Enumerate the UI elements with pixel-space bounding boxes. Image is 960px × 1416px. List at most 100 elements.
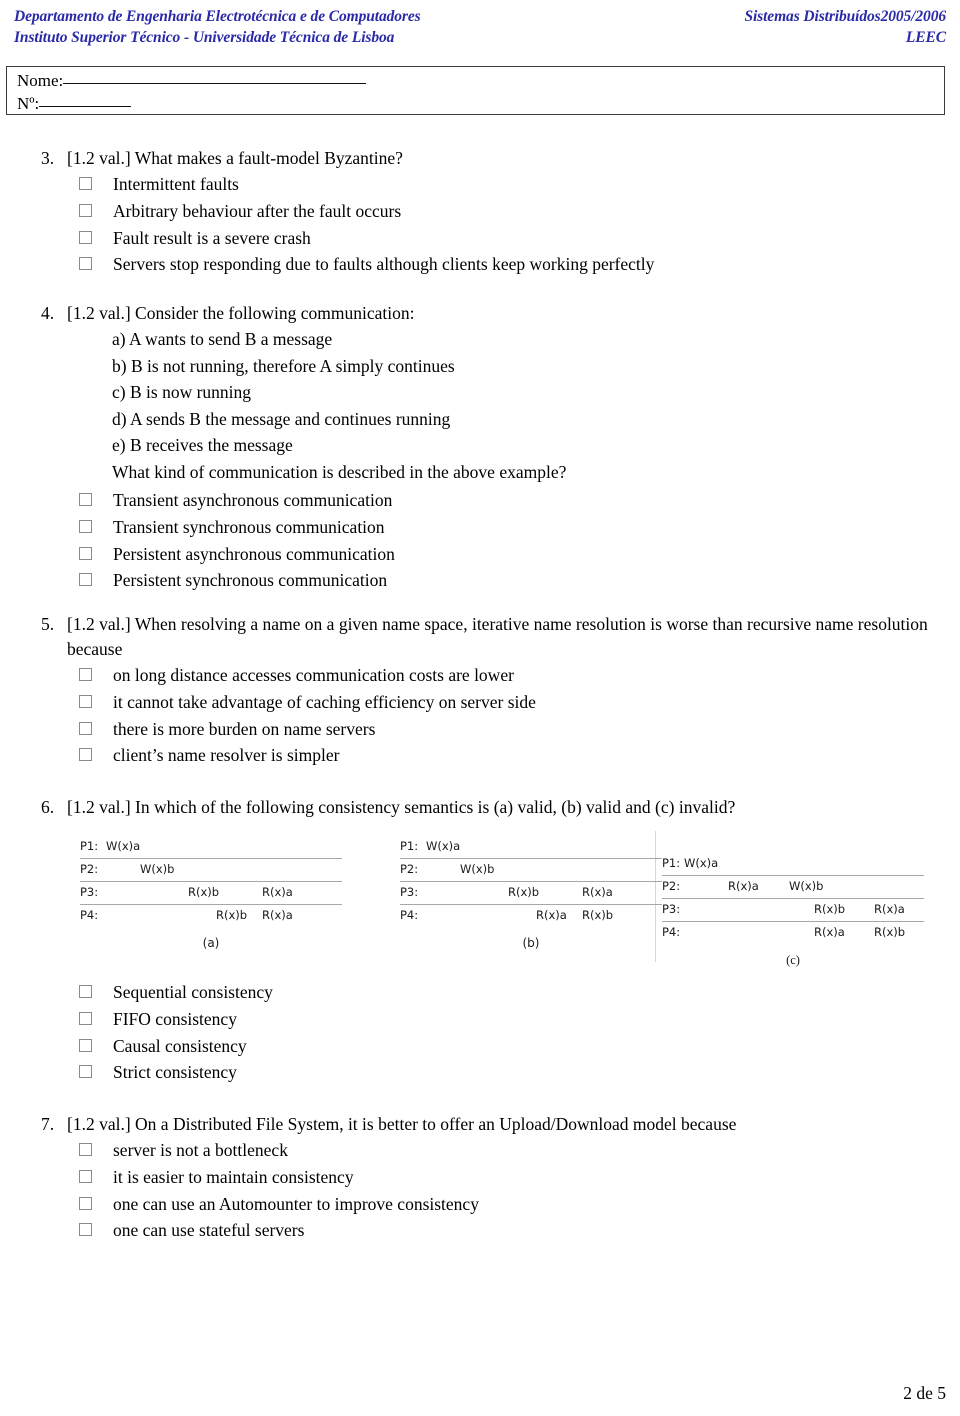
- option-row[interactable]: Servers stop responding due to faults al…: [79, 251, 960, 278]
- checkbox-icon[interactable]: [79, 668, 92, 681]
- name-input-rule[interactable]: [63, 83, 367, 84]
- question-6-heading: 6. [1.2 val.] In which of the following …: [0, 795, 960, 820]
- checkbox-icon[interactable]: [79, 203, 92, 217]
- question-5-text: [1.2 val.] When resolving a name on a gi…: [67, 614, 928, 659]
- option-row[interactable]: it is easier to maintain consistency: [79, 1164, 960, 1191]
- checkbox-icon[interactable]: [79, 1038, 92, 1052]
- question-6-options: Sequential consistency FIFO consistency …: [0, 979, 960, 1086]
- question-5-options: on long distance accesses communication …: [0, 662, 960, 769]
- option-label: FIFO consistency: [113, 1008, 237, 1029]
- checkbox-icon[interactable]: [79, 1196, 92, 1210]
- option-row[interactable]: Persistent asynchronous communication: [79, 541, 960, 568]
- operation-label: W(x)a: [684, 856, 719, 870]
- process-row: P3: R(x)b R(x)a: [80, 882, 342, 905]
- page-header: Departamento de Engenharia Electrotécnic…: [0, 0, 960, 56]
- checkbox-icon[interactable]: [79, 1169, 92, 1183]
- process-row: P2: R(x)a W(x)b: [662, 876, 924, 899]
- option-row[interactable]: FIFO consistency: [79, 1006, 960, 1033]
- option-row[interactable]: Causal consistency: [79, 1033, 960, 1060]
- checkbox-icon[interactable]: [79, 694, 92, 708]
- process-row: P1: W(x)a: [400, 836, 662, 859]
- operation-label: W(x)a: [106, 839, 141, 853]
- page-number: 2 de 5: [903, 1383, 946, 1403]
- checkbox-icon[interactable]: [79, 177, 92, 190]
- question-6-text: [1.2 val.] In which of the following con…: [67, 797, 736, 817]
- figure-panel-b: P1: W(x)a P2: W(x)b P3: R(x)b R(x)a P4: …: [400, 836, 662, 950]
- scenario-line: b) B is not running, therefore A simply …: [112, 355, 455, 376]
- option-label: Arbitrary behaviour after the fault occu…: [113, 200, 402, 221]
- process-row: P4: R(x)a R(x)b: [662, 922, 924, 944]
- option-label: Transient synchronous communication: [113, 516, 385, 537]
- operation-label: R(x)a: [814, 925, 845, 939]
- question-4-scenario: a) A wants to send B a message b) B is n…: [0, 326, 960, 459]
- question-5: 5. [1.2 val.] When resolving a name on a…: [0, 612, 960, 769]
- process-label: P3:: [662, 902, 681, 916]
- checkbox-icon[interactable]: [79, 230, 92, 244]
- option-label: Intermittent faults: [113, 174, 239, 194]
- process-row: P2: W(x)b: [400, 859, 662, 882]
- option-row[interactable]: Transient synchronous communication: [79, 514, 960, 541]
- checkbox-icon[interactable]: [79, 985, 92, 998]
- option-row[interactable]: Persistent synchronous communication: [79, 567, 960, 594]
- checkbox-icon[interactable]: [79, 721, 92, 735]
- process-row: P1: W(x)a: [662, 853, 924, 876]
- checkbox-icon[interactable]: [79, 546, 92, 560]
- option-row[interactable]: server is not a bottleneck: [79, 1137, 960, 1164]
- program-line: LEEC: [905, 29, 946, 46]
- scenario-line: e) B receives the message: [112, 435, 293, 455]
- panel-caption: (c): [786, 953, 800, 967]
- process-row: P3: R(x)b R(x)a: [662, 899, 924, 922]
- option-row[interactable]: Fault result is a severe crash: [79, 225, 960, 252]
- option-row[interactable]: it cannot take advantage of caching effi…: [79, 689, 960, 716]
- option-row[interactable]: Transient asynchronous communication: [79, 487, 960, 514]
- question-3: 3. [1.2 val.] What makes a fault-model B…: [0, 146, 960, 278]
- process-label: P4:: [400, 908, 419, 922]
- option-row[interactable]: client’s name resolver is simpler: [79, 742, 960, 769]
- process-label: P3:: [400, 885, 419, 899]
- question-6-number: 6.: [41, 797, 55, 817]
- checkbox-icon[interactable]: [79, 1143, 92, 1156]
- process-label: P3:: [80, 885, 99, 899]
- option-label: it is easier to maintain consistency: [113, 1166, 354, 1187]
- scenario-line: c) B is now running: [112, 382, 252, 402]
- operation-label: R(x)b: [582, 908, 614, 922]
- checkbox-icon[interactable]: [79, 748, 92, 762]
- institute-line: Instituto Superior Técnico - Universidad…: [14, 29, 395, 46]
- scenario-line: a) A wants to send B a message: [112, 329, 333, 349]
- option-row[interactable]: one can use an Automounter to improve co…: [79, 1191, 960, 1218]
- question-7: 7. [1.2 val.] On a Distributed File Syst…: [0, 1112, 960, 1244]
- question-7-options: server is not a bottleneck it is easier …: [0, 1137, 960, 1244]
- question-4: 4. [1.2 val.] Consider the following com…: [0, 301, 960, 594]
- question-5-heading: 5. [1.2 val.] When resolving a name on a…: [0, 612, 960, 662]
- checkbox-icon[interactable]: [79, 519, 92, 533]
- option-row[interactable]: Intermittent faults: [79, 171, 960, 198]
- name-field-row: Nome:: [17, 69, 944, 92]
- checkbox-icon[interactable]: [79, 1011, 92, 1025]
- number-input-rule[interactable]: [39, 106, 132, 107]
- operation-label: R(x)b: [508, 885, 540, 899]
- process-label: P2:: [80, 862, 99, 876]
- operation-label: R(x)b: [216, 908, 248, 922]
- option-row[interactable]: Strict consistency: [79, 1059, 960, 1086]
- checkbox-icon[interactable]: [79, 1065, 92, 1079]
- option-label: client’s name resolver is simpler: [113, 745, 340, 766]
- checkbox-icon[interactable]: [79, 493, 92, 506]
- option-row[interactable]: Sequential consistency: [79, 979, 960, 1006]
- option-label: Fault result is a severe crash: [113, 227, 311, 248]
- checkbox-icon[interactable]: [79, 573, 92, 587]
- checkbox-icon[interactable]: [79, 1223, 92, 1237]
- checkbox-icon[interactable]: [79, 257, 92, 271]
- option-row[interactable]: Arbitrary behaviour after the fault occu…: [79, 198, 960, 225]
- process-label: P1:: [662, 856, 681, 870]
- option-label: Sequential consistency: [113, 982, 273, 1002]
- operation-label: W(x)b: [789, 879, 824, 893]
- option-row[interactable]: one can use stateful servers: [79, 1217, 960, 1244]
- option-row[interactable]: on long distance accesses communication …: [79, 662, 960, 689]
- department-line: Departamento de Engenharia Electrotécnic…: [14, 8, 421, 25]
- question-7-heading: 7. [1.2 val.] On a Distributed File Syst…: [0, 1112, 960, 1137]
- question-4-number: 4.: [41, 303, 55, 323]
- option-row[interactable]: there is more burden on name servers: [79, 716, 960, 743]
- option-label: Persistent synchronous communication: [113, 570, 388, 591]
- process-row: P4: R(x)b R(x)a: [80, 905, 342, 927]
- operation-label: R(x)a: [262, 908, 293, 922]
